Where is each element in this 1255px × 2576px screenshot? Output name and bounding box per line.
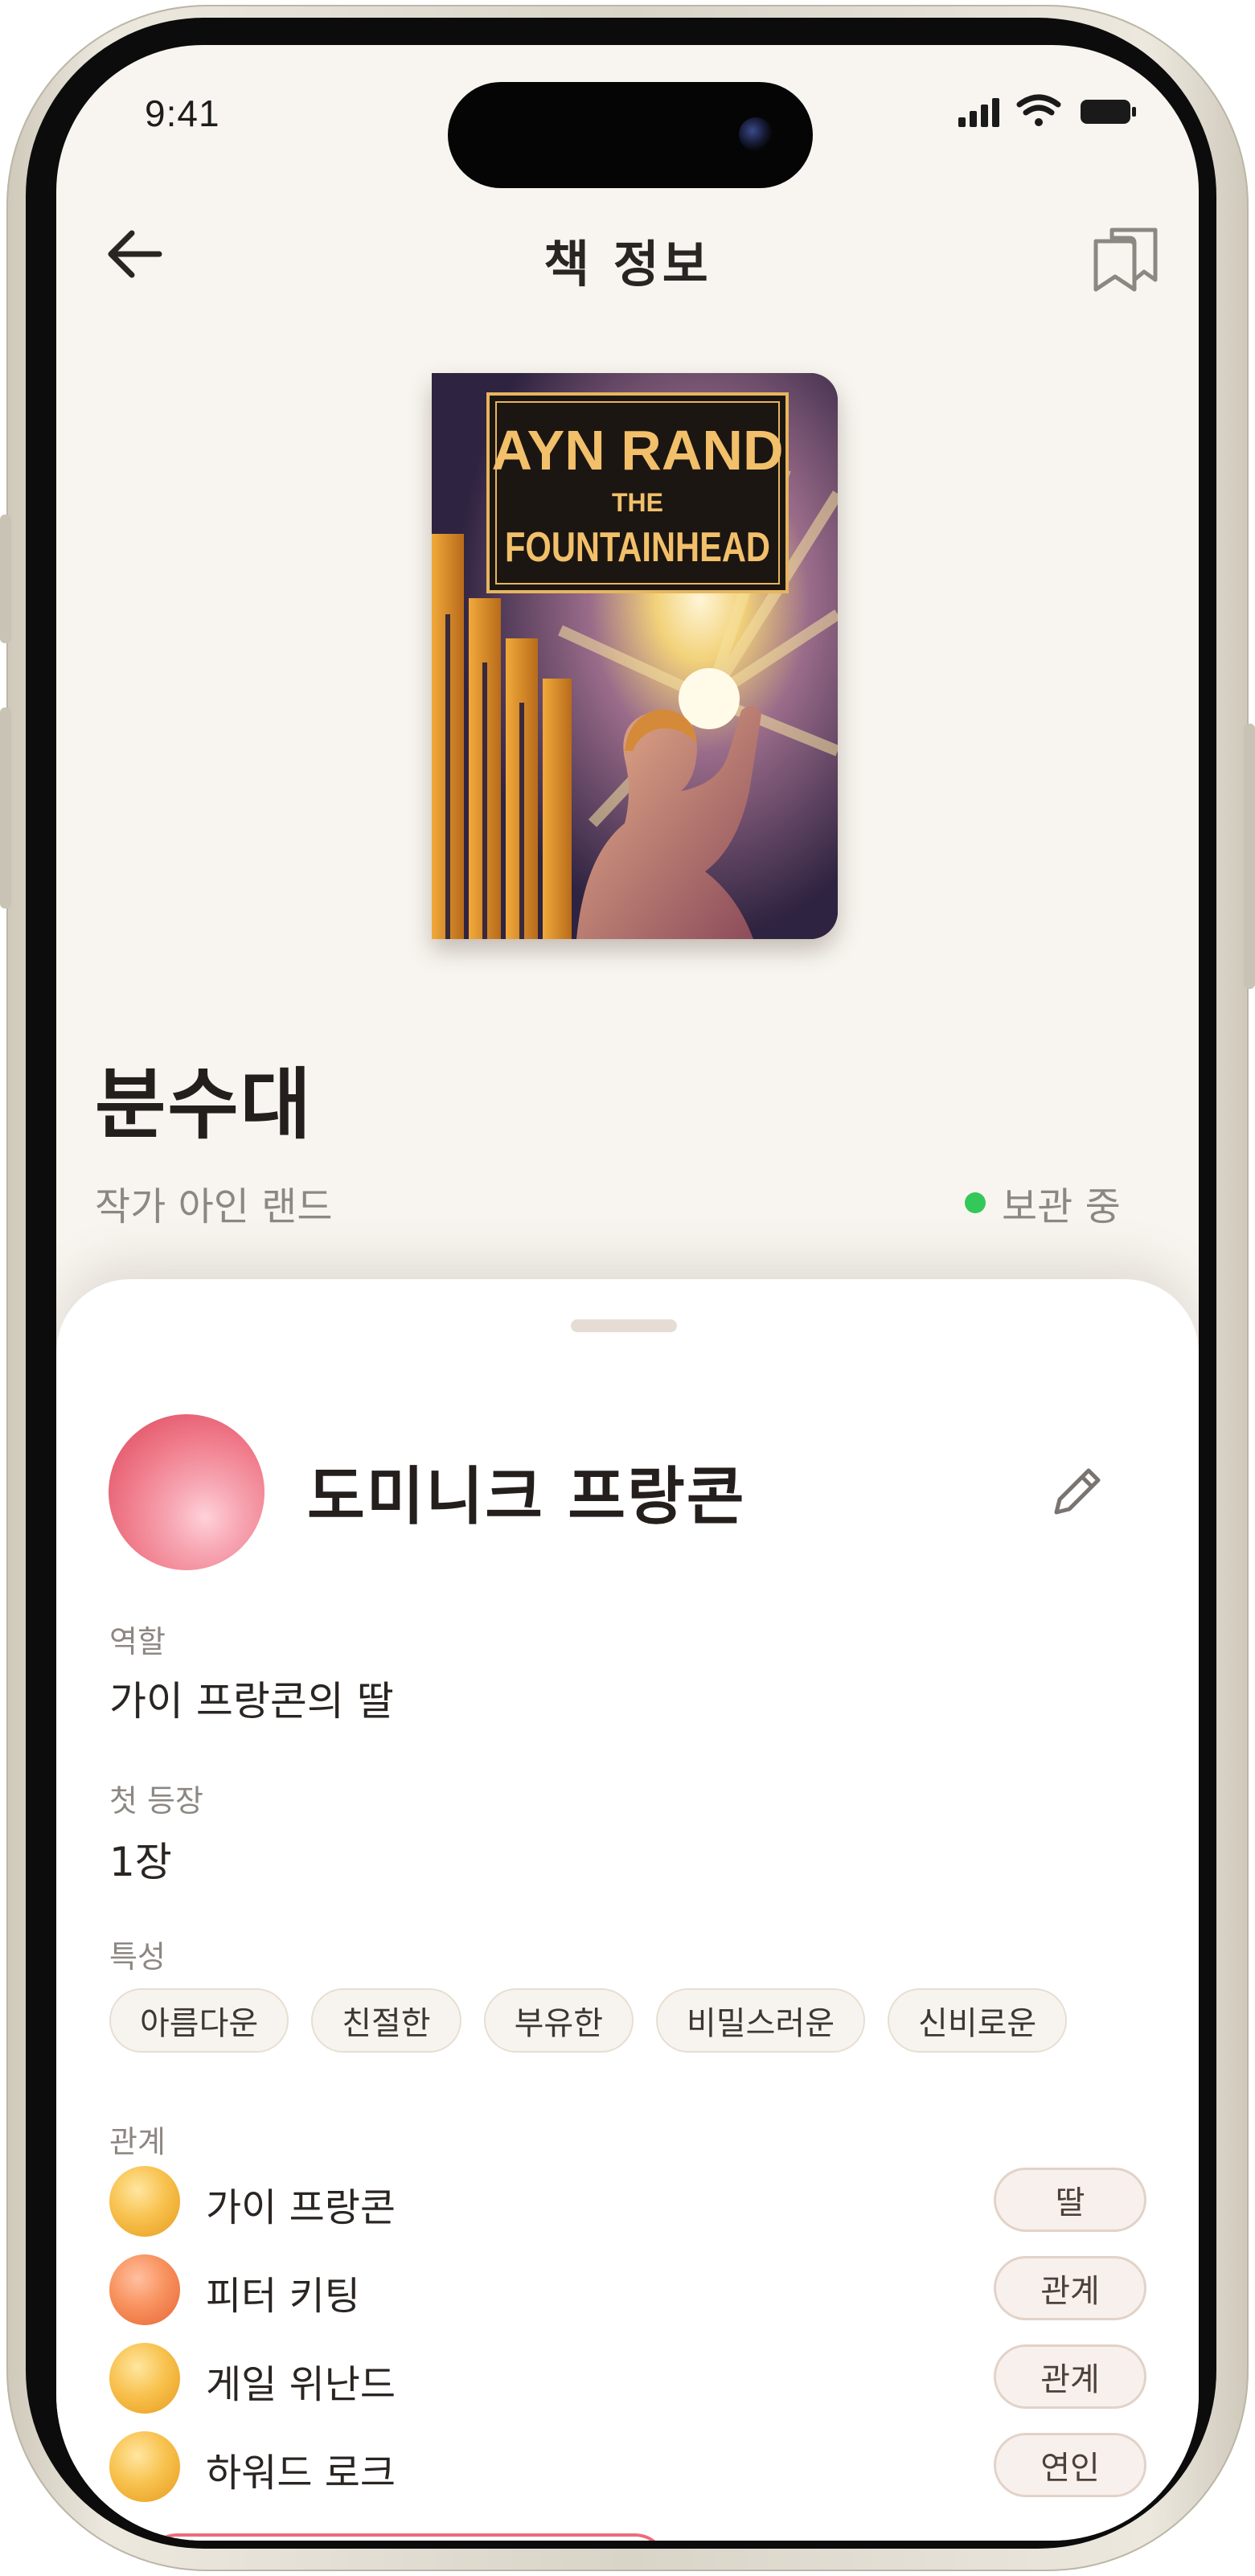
screen: 9:41 책 정보 AYN RAND THE FOUNTAINHEAD 분수대 … [56, 45, 1199, 2541]
book-title: 분수대 [95, 1059, 313, 1150]
relation-tag[interactable]: 딸 [994, 2168, 1146, 2232]
relation-row[interactable]: 피터 키팅 관계 [109, 2250, 1146, 2327]
character-name: 도미니크 프랑콘 [307, 1460, 746, 1533]
relation-tag[interactable]: 관계 [994, 2256, 1146, 2320]
relation-tag[interactable]: 연인 [994, 2433, 1146, 2497]
status-text: 보관 중 [1002, 1184, 1121, 1229]
status-dot-icon [965, 1192, 986, 1213]
status-time: 9:41 [145, 92, 220, 134]
character-avatar [109, 1414, 265, 1570]
cover-title-box: AYN RAND THE FOUNTAINHEAD [486, 392, 789, 593]
bottom-button[interactable] [145, 2533, 667, 2541]
first-appearance-label: 첫 등장 [109, 1783, 203, 1819]
trait-chip[interactable]: 비밀스러운 [656, 1988, 866, 2053]
relation-avatar [109, 2166, 180, 2237]
relation-row[interactable]: 게일 위난드 관계 [109, 2338, 1146, 2415]
trait-chip[interactable]: 아름다운 [109, 1988, 289, 2053]
side-button [0, 708, 11, 909]
relation-avatar [109, 2343, 180, 2414]
role-value: 가이 프랑콘의 딸 [109, 1678, 394, 1725]
first-appearance-value: 1장 [109, 1839, 172, 1885]
camera-icon [739, 117, 773, 151]
book-author: 작가 아인 랜드 [95, 1184, 333, 1229]
battery-icon [1081, 100, 1136, 124]
relation-avatar [109, 2431, 180, 2502]
wifi-icon [1016, 94, 1061, 126]
relation-row[interactable]: 가이 프랑콘 딸 [109, 2161, 1146, 2238]
traits-label: 특성 [109, 1939, 166, 1975]
status-icons [958, 94, 1136, 127]
relation-name: 게일 위난드 [206, 2362, 396, 2407]
relations-label: 관계 [109, 2124, 166, 2160]
cellular-icon [958, 98, 999, 127]
relation-row[interactable]: 하워드 로크 연인 [109, 2426, 1146, 2504]
trait-chip[interactable]: 신비로운 [888, 1988, 1068, 2053]
side-button [0, 515, 11, 643]
relation-name: 하워드 로크 [206, 2451, 396, 2496]
status-badge: 보관 중 [965, 1175, 1121, 1231]
svg-text:AYN RAND: AYN RAND [491, 419, 783, 482]
relation-name: 피터 키팅 [206, 2274, 360, 2319]
relation-name: 가이 프랑콘 [206, 2185, 396, 2230]
page-title: 책 정보 [543, 235, 712, 293]
sheet-grabber[interactable] [571, 1319, 677, 1332]
bookmarks-icon[interactable] [1085, 217, 1165, 294]
side-button [1244, 724, 1255, 989]
dynamic-island [448, 82, 813, 188]
pencil-icon[interactable] [1045, 1459, 1109, 1524]
book-cover[interactable]: AYN RAND THE FOUNTAINHEAD [432, 373, 838, 939]
relation-tag[interactable]: 관계 [994, 2344, 1146, 2409]
trait-chip[interactable]: 친절한 [311, 1988, 461, 2053]
svg-text:THE: THE [612, 488, 663, 517]
relation-avatar [109, 2254, 180, 2325]
traits-list: 아름다운 친절한 부유한 비밀스러운 신비로운 [109, 1988, 1068, 2053]
cover-sun [679, 668, 740, 729]
character-sheet: 도미니크 프랑콘 역할 가이 프랑콘의 딸 첫 등장 1장 특성 아름다운 친절… [56, 1279, 1199, 2541]
role-label: 역할 [109, 1624, 166, 1659]
trait-chip[interactable]: 부유한 [483, 1988, 634, 2053]
svg-text:FOUNTAINHEAD: FOUNTAINHEAD [505, 524, 770, 571]
